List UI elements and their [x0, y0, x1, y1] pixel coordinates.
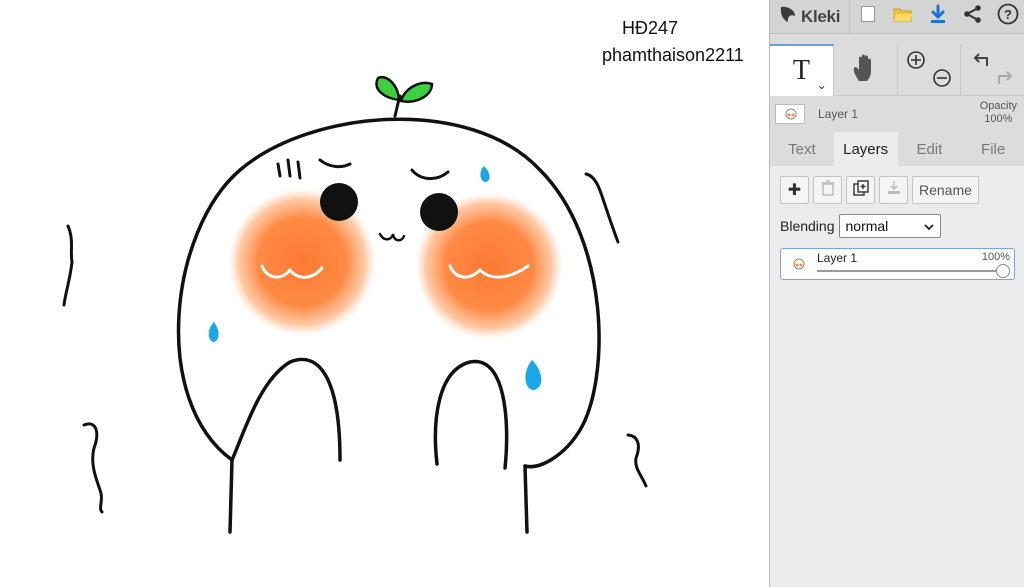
chevron-down-icon[interactable]: ⌄ [817, 78, 827, 92]
duplicate-layer-button[interactable] [846, 176, 875, 204]
layer-opacity-slider-track[interactable] [817, 270, 1005, 272]
canvas-drawing [62, 75, 648, 534]
zoom-out-icon[interactable] [932, 68, 952, 93]
redo-icon[interactable] [995, 68, 1015, 93]
sprout-right-leaf [399, 81, 434, 103]
new-image-button[interactable] [850, 0, 885, 34]
zoom-controls [898, 44, 962, 96]
canvas-text-line-1: HĐ247 [622, 18, 679, 38]
current-layer-summary: Layer 1 Opacity 100% [770, 97, 1024, 131]
layer-item-thumbnail [785, 255, 811, 273]
blending-select[interactable]: normal [838, 214, 941, 238]
panel-tabs: Text Layers Edit File [770, 132, 1024, 166]
text-tool-icon: T [792, 55, 810, 86]
shake-line-right-bottom [626, 433, 648, 488]
app-name: Kleki [801, 6, 841, 26]
svg-text:?: ? [1004, 7, 1012, 22]
merge-down-icon [887, 180, 901, 201]
layer-actions: ✚ Rename [780, 176, 979, 204]
current-layer-name: Layer 1 [818, 107, 859, 121]
add-layer-button[interactable]: ✚ [780, 176, 809, 204]
rename-layer-button[interactable]: Rename [912, 176, 979, 204]
tab-file[interactable]: File [961, 132, 1024, 166]
left-leg [228, 458, 234, 534]
sidebar: Kleki ? T ⌄ Layer 1 Opacity 100% Text La… [769, 0, 1024, 587]
text-tool-button[interactable]: T ⌄ [770, 44, 834, 96]
shake-line-left-bottom [82, 422, 104, 514]
opacity-value: 100% [984, 113, 1013, 125]
share-icon [963, 4, 983, 29]
history-controls [961, 44, 1024, 96]
hand-tool-icon [851, 53, 879, 88]
open-folder-icon [893, 5, 913, 28]
kleki-logo-icon [778, 4, 798, 29]
blending-value: normal [845, 218, 889, 234]
layer-item-name: Layer 1 [817, 251, 858, 265]
help-icon: ? [997, 3, 1019, 30]
layer-thumbnail [775, 104, 805, 124]
hand-tool-button[interactable] [834, 44, 898, 96]
top-toolbar: Kleki ? [770, 0, 1024, 34]
layer-item-opacity: 100% [981, 251, 1010, 263]
duplicate-icon [852, 179, 869, 201]
sprout-left-leaf [375, 75, 401, 102]
layers-panel: ✚ Rename Blending normal Layer 1 100% [770, 166, 1024, 587]
drawing-canvas[interactable]: HĐ247 phamthaison2211 [0, 0, 770, 587]
canvas-text-line-2: phamthaison2211 [602, 45, 744, 65]
open-folder-button[interactable] [885, 0, 920, 34]
tab-edit[interactable]: Edit [898, 132, 962, 166]
undo-icon[interactable] [971, 50, 991, 75]
merge-down-button[interactable] [879, 176, 908, 204]
new-image-icon [860, 5, 876, 28]
layer-list-item[interactable]: Layer 1 100% [780, 248, 1015, 280]
left-eye [320, 183, 358, 221]
tab-layers[interactable]: Layers [833, 132, 898, 166]
download-button[interactable] [920, 0, 955, 34]
blending-row: Blending normal [780, 214, 941, 238]
share-button[interactable] [955, 0, 990, 34]
download-icon [929, 4, 947, 29]
blending-label: Blending [780, 218, 835, 234]
help-button[interactable]: ? [990, 0, 1024, 34]
layer-opacity-readout: Opacity 100% [980, 100, 1017, 126]
tab-text[interactable]: Text [770, 132, 834, 166]
kleki-logo[interactable]: Kleki [770, 0, 850, 34]
right-eye [420, 193, 458, 231]
layer-opacity-slider-handle[interactable] [996, 264, 1010, 278]
opacity-label: Opacity [979, 100, 1017, 112]
delete-layer-button[interactable] [813, 176, 842, 204]
tool-row: T ⌄ [770, 44, 1024, 96]
zoom-in-icon[interactable] [906, 50, 926, 75]
shake-line-left-top [62, 224, 74, 307]
shake-line-right-top [584, 172, 620, 244]
chevron-down-icon [923, 218, 934, 234]
right-leg [523, 464, 529, 534]
trash-icon [821, 179, 835, 201]
